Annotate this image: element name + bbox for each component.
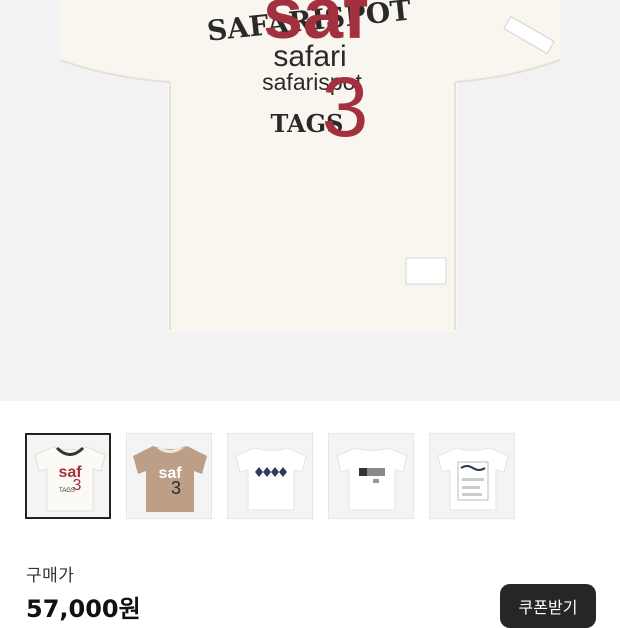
svg-text:TAGS: TAGS	[59, 488, 75, 494]
thumbnail-pattern-tee[interactable]	[227, 433, 313, 519]
svg-text:3: 3	[171, 478, 181, 498]
thumbnail-stripe-tee[interactable]	[328, 433, 414, 519]
print-number-text: 3	[322, 60, 369, 154]
purchase-price-label: 구매가	[26, 566, 75, 586]
price-value: 57,000원	[26, 595, 141, 623]
product-main-image: SAFARISPOT saf safari safarispot TAGS 3	[0, 0, 620, 401]
thumbnail-beige-tee[interactable]: saf 3	[126, 433, 212, 519]
tshirt-image: SAFARISPOT saf safari safarispot TAGS 3	[59, 0, 561, 332]
thumbnail-strip: saf 3 TAGS saf 3	[25, 433, 620, 523]
thumbnail-graphic-tee[interactable]	[429, 433, 515, 519]
thumbnail-white-tee[interactable]: saf 3 TAGS	[25, 433, 111, 519]
get-coupon-button[interactable]: 쿠폰받기	[500, 584, 596, 628]
